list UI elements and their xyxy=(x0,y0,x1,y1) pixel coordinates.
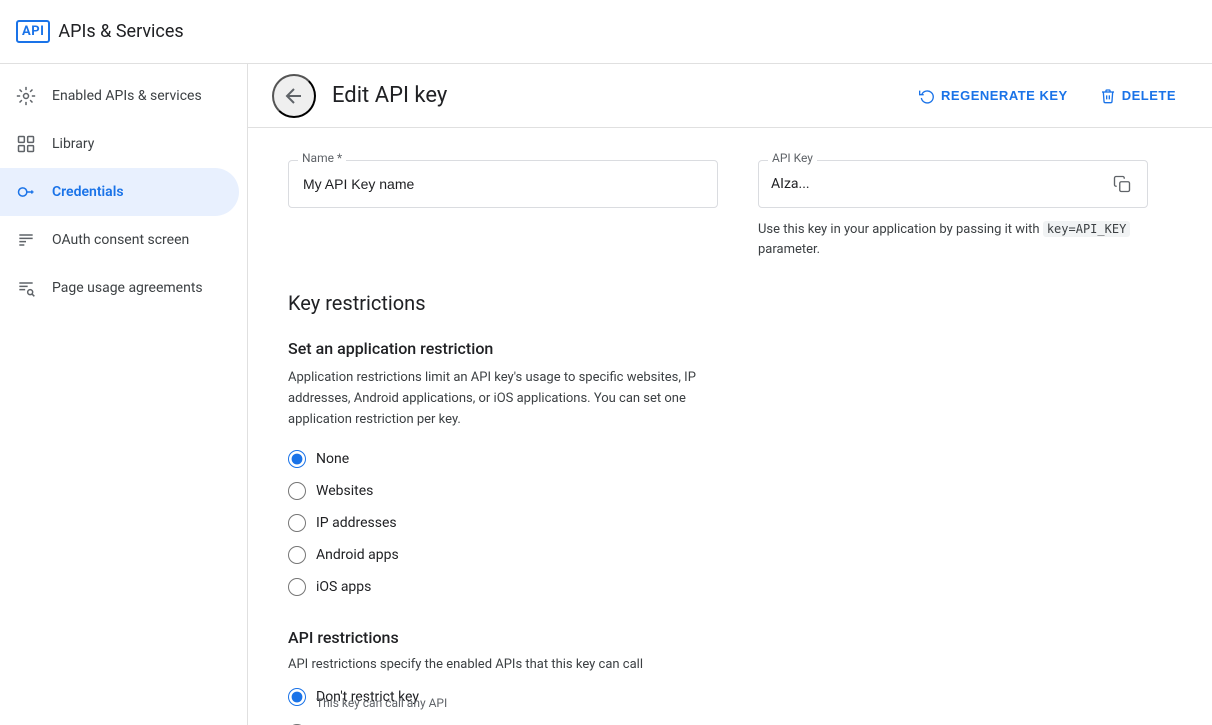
api-restriction-radio-group: Don't restrict key This key can call any… xyxy=(288,688,1168,725)
api-key-value-text: AIza... xyxy=(771,176,1109,192)
radio-item-websites[interactable]: Websites xyxy=(288,482,1168,500)
app-restriction-desc: Application restrictions limit an API ke… xyxy=(288,368,718,430)
api-key-hint: Use this key in your application by pass… xyxy=(758,220,1148,259)
name-field-container: Name * xyxy=(288,160,718,259)
sidebar-item-label: Credentials xyxy=(52,184,124,200)
library-icon xyxy=(16,134,36,154)
radio-item-ip-addresses[interactable]: IP addresses xyxy=(288,514,1168,532)
api-key-value-container: AIza... xyxy=(758,160,1148,208)
sidebar-item-label: Library xyxy=(52,136,94,152)
sidebar-item-page-usage[interactable]: Page usage agreements xyxy=(0,264,239,312)
radio-none[interactable] xyxy=(288,450,306,468)
api-restriction-title: API restrictions xyxy=(288,628,1168,647)
page-title: Edit API key xyxy=(332,83,891,108)
content-header: Edit API key REGENERATE KEY xyxy=(248,64,1212,128)
gear-icon xyxy=(16,86,36,106)
radio-websites[interactable] xyxy=(288,482,306,500)
form-top-row: Name * API Key AIza... xyxy=(288,160,1168,259)
app-restriction-radio-group: None Websites IP addresses Android apps … xyxy=(288,450,1168,596)
name-field-label: Name * xyxy=(298,151,346,165)
top-header: API APIs & Services xyxy=(0,0,1212,64)
radio-ios-apps-label: iOS apps xyxy=(316,579,371,595)
sidebar: Enabled APIs & services Library Creden xyxy=(0,64,248,725)
sidebar-item-enabled-apis[interactable]: Enabled APIs & services xyxy=(0,72,239,120)
header-actions: REGENERATE KEY DELETE xyxy=(907,80,1188,112)
copy-api-key-button[interactable] xyxy=(1109,171,1135,197)
radio-websites-label: Websites xyxy=(316,483,373,499)
api-restrictions-section: API restrictions API restrictions specif… xyxy=(288,628,1168,725)
app-title: APIs & Services xyxy=(58,21,183,42)
radio-item-none[interactable]: None xyxy=(288,450,1168,468)
sidebar-item-label: OAuth consent screen xyxy=(52,232,189,248)
page-icon xyxy=(16,278,36,298)
app-logo: API APIs & Services xyxy=(16,20,208,43)
radio-android-apps-label: Android apps xyxy=(316,547,399,563)
radio-item-ios-apps[interactable]: iOS apps xyxy=(288,578,1168,596)
api-key-field-container: API Key AIza... Use this key in your app… xyxy=(758,160,1148,259)
radio-ip-addresses[interactable] xyxy=(288,514,306,532)
radio-dont-restrict[interactable] xyxy=(288,688,306,706)
sidebar-item-library[interactable]: Library xyxy=(0,120,239,168)
key-icon xyxy=(16,182,36,202)
key-restrictions-title: Key restrictions xyxy=(288,291,1168,315)
oauth-icon xyxy=(16,230,36,250)
delete-label: DELETE xyxy=(1122,88,1176,103)
radio-ios-apps[interactable] xyxy=(288,578,306,596)
regenerate-key-button[interactable]: REGENERATE KEY xyxy=(907,80,1080,112)
sidebar-item-oauth-consent[interactable]: OAuth consent screen xyxy=(0,216,239,264)
radio-android-apps[interactable] xyxy=(288,546,306,564)
sidebar-item-label: Page usage agreements xyxy=(52,280,203,296)
api-restriction-desc: API restrictions specify the enabled API… xyxy=(288,657,1168,672)
api-key-field-label: API Key xyxy=(768,151,817,165)
radio-dont-restrict-sublabel: This key can call any API xyxy=(316,696,1168,710)
content-area: Edit API key REGENERATE KEY xyxy=(248,64,1212,725)
delete-button[interactable]: DELETE xyxy=(1088,80,1188,112)
name-input[interactable] xyxy=(288,160,718,208)
radio-ip-addresses-label: IP addresses xyxy=(316,515,397,531)
sidebar-item-credentials[interactable]: Credentials xyxy=(0,168,239,216)
sidebar-item-label: Enabled APIs & services xyxy=(52,88,202,104)
api-radio-dont-restrict-container: Don't restrict key This key can call any… xyxy=(288,688,1168,710)
app-restriction-title: Set an application restriction xyxy=(288,339,1168,358)
regenerate-key-label: REGENERATE KEY xyxy=(941,88,1068,103)
back-button[interactable] xyxy=(272,74,316,118)
api-logo-text: API xyxy=(16,20,50,43)
form-content: Name * API Key AIza... xyxy=(248,128,1208,725)
radio-none-label: None xyxy=(316,451,349,467)
main-layout: Enabled APIs & services Library Creden xyxy=(0,64,1212,725)
radio-item-android-apps[interactable]: Android apps xyxy=(288,546,1168,564)
